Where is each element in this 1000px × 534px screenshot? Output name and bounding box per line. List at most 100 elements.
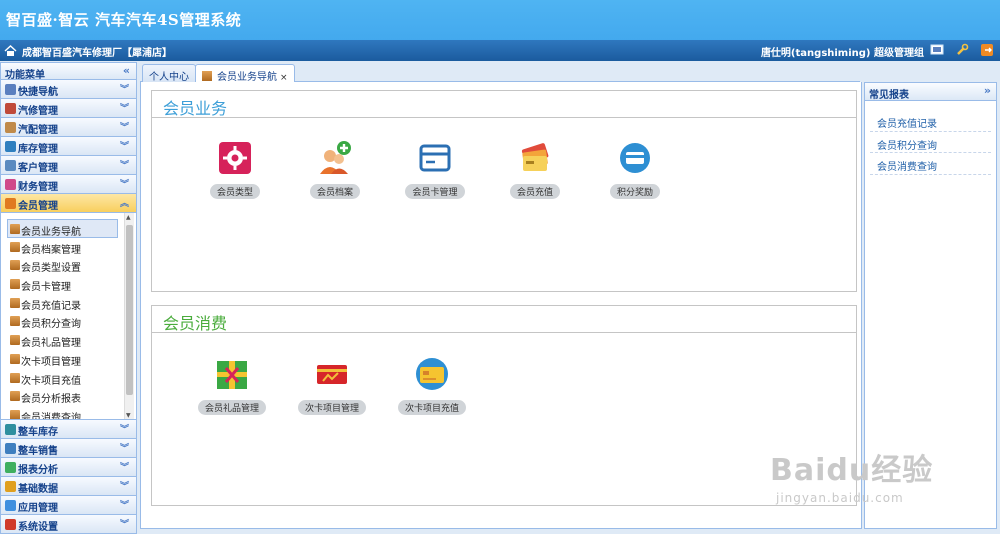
tile-member-type[interactable]: 会员类型 (195, 140, 275, 199)
tile-times-card-recharge[interactable]: 次卡项目充值 (392, 356, 472, 415)
tile-label: 会员档案 (309, 184, 360, 199)
submenu-item[interactable]: 会员礼品管理 (1, 331, 136, 350)
shop-home-icon (4, 45, 17, 56)
tile-member-gift[interactable]: 会员礼品管理 (192, 356, 272, 415)
wrench-icon[interactable] (955, 43, 969, 57)
tile-label: 会员类型 (209, 184, 260, 199)
baidu-watermark: Baidu经验 jingyan.baidu.com (770, 445, 933, 505)
sidebar-group-car-stock[interactable]: 整车库存 ︾ (1, 420, 136, 439)
submenu-item[interactable]: 会员消费查询 (1, 406, 136, 419)
submenu-item[interactable]: 会员分析报表 (1, 387, 136, 406)
tile-points-reward[interactable]: 积分奖励 (595, 140, 675, 199)
top-banner: 智百盛·智云 汽车汽车4S管理系统 (0, 0, 1000, 40)
chevron-down-icon[interactable]: ︾ (120, 158, 129, 171)
expand-icon[interactable]: » (984, 84, 991, 97)
sidebar-group-label: 汽修管理 (18, 106, 58, 117)
sidebar-group-finance[interactable]: 财务管理 ︾ (1, 175, 136, 194)
sidebar-group-customer[interactable]: 客户管理 ︾ (1, 156, 136, 175)
tile-label: 会员充值 (509, 184, 560, 199)
submenu-item[interactable]: 次卡项目管理 (1, 350, 136, 369)
watermark-brand: Baidu经验 (770, 453, 934, 488)
submenu-item[interactable]: 会员业务导航 (7, 219, 118, 238)
chevron-down-icon[interactable]: ︾ (120, 120, 129, 133)
scroll-thumb[interactable] (126, 225, 133, 395)
sidebar-group-chart[interactable]: 报表分析 ︾ (1, 458, 136, 477)
tile-member-recharge[interactable]: 会员充值 (495, 140, 575, 199)
submenu-scrollbar[interactable]: ▲ ▼ (124, 213, 134, 419)
member-icon (5, 198, 16, 209)
tile-member-card[interactable]: 会员卡管理 (395, 140, 475, 199)
page-icon (10, 409, 20, 419)
page-icon (10, 372, 20, 383)
chevron-down-icon[interactable]: ︾ (120, 498, 129, 511)
chevron-down-icon[interactable]: ︾ (120, 422, 129, 435)
chevron-down-icon[interactable]: ︾ (120, 479, 129, 492)
sidebar-group-tools[interactable]: 汽修管理 ︾ (1, 99, 136, 118)
finance-icon (5, 179, 16, 190)
sidebar-group-label: 系统设置 (18, 522, 58, 533)
page-icon (10, 335, 20, 346)
tab-member-business-nav[interactable]: 会员业务导航 × (195, 64, 295, 83)
chevron-down-icon[interactable]: ︾ (120, 139, 129, 152)
sidebar-group-label: 基础数据 (18, 484, 58, 495)
chevron-down-icon[interactable]: ︾ (120, 101, 129, 114)
chevron-down-icon[interactable]: ︾ (120, 517, 129, 530)
panel-title: 会员消费 (152, 306, 856, 333)
chevron-up-icon[interactable]: ︽ (120, 196, 129, 209)
sidebar-group-parts[interactable]: 汽配管理 ︾ (1, 118, 136, 137)
sidebar-group-database[interactable]: 基础数据 ︾ (1, 477, 136, 496)
app-title: 智百盛·智云 汽车汽车4S管理系统 (6, 11, 242, 29)
chevron-down-icon[interactable]: ︾ (120, 441, 129, 454)
sidebar-group-settings[interactable]: 系统设置 ︾ (1, 515, 136, 534)
tile-member-profile[interactable]: 会员档案 (295, 140, 375, 199)
panel-member-consumption: 会员消费 会员礼品管理 次卡项目管理 次卡项目充值 (151, 305, 857, 506)
chevron-down-icon[interactable]: ︾ (120, 82, 129, 95)
submenu-item[interactable]: 会员积分查询 (1, 312, 136, 331)
tile-label: 会员卡管理 (405, 184, 465, 199)
sidebar-group-warehouse[interactable]: 库存管理 ︾ (1, 137, 136, 156)
panel-title: 会员业务 (152, 91, 856, 118)
sidebar-group-app[interactable]: 应用管理 ︾ (1, 496, 136, 515)
gift-icon (217, 361, 247, 389)
scroll-up-icon[interactable]: ▲ (126, 214, 131, 221)
submenu-item[interactable]: 会员类型设置 (1, 256, 136, 275)
sidebar-menu: 功能菜单 « 快捷导航 ︾ 汽修管理 ︾ 汽配管理 ︾ 库存管理 ︾ 客户管理 ︾ 财务管理 ︾ 会员… (0, 62, 137, 534)
times-card-icon (317, 365, 347, 384)
scroll-down-icon[interactable]: ▼ (126, 412, 131, 419)
panel-member-business: 会员业务 会员类型 会员档案 会员卡管理 会员充值 积分奖励 (151, 90, 857, 292)
chevron-down-icon[interactable]: ︾ (120, 177, 129, 190)
tab-personal-center[interactable]: 个人中心 (142, 64, 196, 83)
sidebar-group-home[interactable]: 快捷导航 ︾ (1, 80, 136, 99)
page-icon (10, 297, 20, 308)
tile-label: 次卡项目充值 (397, 400, 466, 415)
sidebar-group-label: 应用管理 (18, 503, 58, 514)
report-link-recharge-records[interactable]: 会员充值记录 (870, 110, 991, 132)
info-bar: 成都智百盛汽车修理厂【犀浦店】 唐仕明(tangshiming) 超级管理组 (0, 40, 1000, 61)
current-user[interactable]: 唐仕明(tangshiming) 超级管理组 (761, 44, 924, 59)
sidebar-collapse-icon[interactable]: « (123, 64, 130, 77)
chevron-down-icon[interactable]: ︾ (120, 460, 129, 473)
page-icon (10, 241, 20, 252)
submenu-item[interactable]: 次卡项目充值 (1, 369, 136, 388)
submenu-item[interactable]: 会员充值记录 (1, 294, 136, 313)
monitor-icon[interactable] (930, 43, 944, 57)
customer-icon (5, 160, 16, 171)
sidebar-group-label: 报表分析 (18, 465, 58, 476)
reports-header: 常见报表 » (865, 83, 996, 101)
submenu-item-label: 次卡项目充值 (21, 375, 81, 387)
page-icon (10, 279, 20, 290)
report-link-consumption-query[interactable]: 会员消费查询 (870, 153, 991, 175)
report-link-points-query[interactable]: 会员积分查询 (870, 132, 991, 153)
sidebar-group-car-sales[interactable]: 整车销售 ︾ (1, 439, 136, 458)
logout-icon[interactable] (980, 43, 994, 57)
sidebar-group-member[interactable]: 会员管理 ︽ (1, 194, 136, 213)
settings-icon (5, 519, 16, 530)
page-icon (10, 260, 20, 271)
sidebar-group-label: 库存管理 (18, 144, 58, 155)
submenu-item-label: 会员积分查询 (21, 319, 81, 331)
warehouse-icon (5, 141, 16, 152)
car-stock-icon (5, 424, 16, 435)
submenu-item[interactable]: 会员卡管理 (1, 275, 136, 294)
tile-times-card-manage[interactable]: 次卡项目管理 (292, 356, 372, 415)
submenu-item[interactable]: 会员档案管理 (1, 238, 136, 257)
